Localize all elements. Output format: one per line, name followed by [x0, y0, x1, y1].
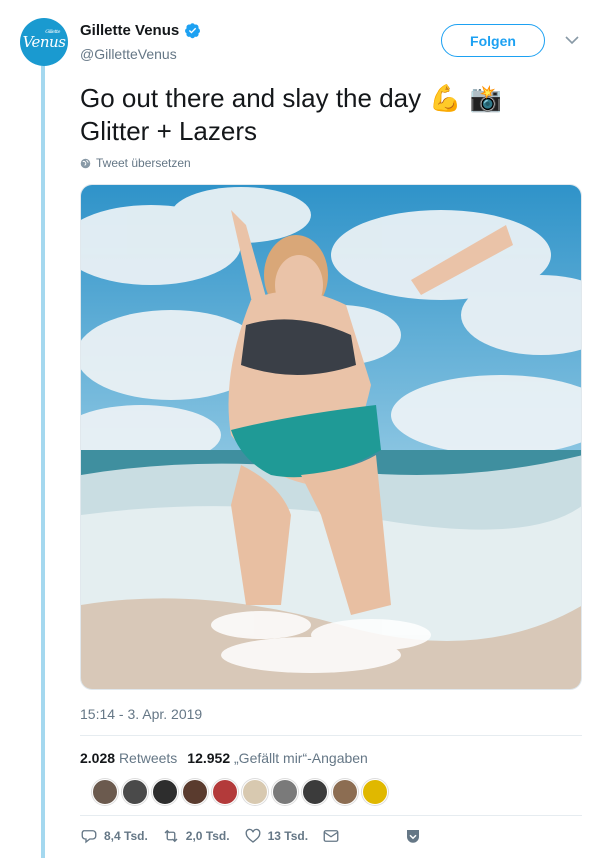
likes-count: 12.952 [187, 750, 231, 766]
shield-icon [407, 830, 420, 843]
liker-avatar[interactable] [152, 779, 178, 805]
avatar[interactable]: Gillette Venus [20, 18, 68, 66]
tweet-timestamp[interactable]: 15:14 - 3. Apr. 2019 [80, 706, 202, 722]
liker-avatar[interactable] [242, 779, 268, 805]
envelope-icon [323, 830, 339, 842]
retweets-count: 2.028 [80, 750, 116, 766]
liker-avatar[interactable] [182, 779, 208, 805]
tweet-text: Go out there and slay the day 💪 📸 Glitte… [80, 82, 502, 148]
retweets-label: Retweets [118, 750, 178, 766]
avatar-brand: Venus [22, 33, 66, 51]
verified-badge-icon [185, 23, 201, 39]
likes-stat[interactable]: 12.952 „Gefällt mir“-Angaben [187, 750, 368, 766]
retweet-icon [164, 829, 178, 843]
tweet-stats: 2.028 Retweets 12.952 „Gefällt mir“-Anga… [80, 750, 368, 766]
translate-tweet-label[interactable]: Tweet übersetzen [96, 156, 191, 170]
tweet-actions: 8,4 Tsd. 2,0 Tsd. 13 Tsd. [80, 827, 436, 845]
liker-avatar[interactable] [122, 779, 148, 805]
likes-label: „Gefällt mir“-Angaben [234, 750, 368, 766]
liker-avatar[interactable] [92, 779, 118, 805]
flexed-biceps-emoji: 💪 [429, 83, 462, 113]
retweets-stat[interactable]: 2.028 Retweets [80, 750, 177, 766]
account-name[interactable]: Gillette Venus [80, 22, 201, 39]
analytics-button[interactable] [404, 827, 422, 845]
liker-avatar[interactable] [302, 779, 328, 805]
tweet-line-1: Go out there and slay the day [80, 83, 422, 113]
liker-avatar[interactable] [272, 779, 298, 805]
account-handle[interactable]: @GilletteVenus [80, 46, 177, 62]
direct-message-button[interactable] [322, 827, 340, 845]
retweet-count: 2,0 Tsd. [185, 829, 230, 843]
liker-avatar[interactable] [332, 779, 358, 805]
reply-icon [81, 830, 97, 844]
liker-avatar[interactable] [212, 779, 238, 805]
divider [80, 815, 582, 816]
reply-button[interactable]: 8,4 Tsd. [80, 827, 148, 845]
globe-icon [80, 158, 91, 168]
chevron-down-icon[interactable] [565, 35, 579, 45]
translate-tweet-link[interactable]: Tweet übersetzen [80, 156, 191, 170]
reply-count: 8,4 Tsd. [104, 829, 148, 843]
like-button[interactable]: 13 Tsd. [244, 827, 308, 845]
account-name-text[interactable]: Gillette Venus [80, 22, 179, 39]
like-count: 13 Tsd. [267, 829, 309, 843]
thread-line [41, 66, 45, 858]
beach-photo-image [81, 185, 581, 689]
divider [80, 735, 582, 736]
camera-flash-emoji: 📸 [469, 83, 502, 113]
tweet-photo[interactable] [80, 184, 582, 690]
tweet-line-2: Glitter + Lazers [80, 116, 258, 146]
avatar-brand-small: Gillette [45, 29, 60, 35]
retweet-button[interactable]: 2,0 Tsd. [162, 827, 230, 845]
heart-icon [245, 828, 261, 843]
liker-avatar[interactable] [362, 779, 388, 805]
liker-avatars [92, 779, 388, 805]
follow-button[interactable]: Folgen [441, 24, 545, 57]
